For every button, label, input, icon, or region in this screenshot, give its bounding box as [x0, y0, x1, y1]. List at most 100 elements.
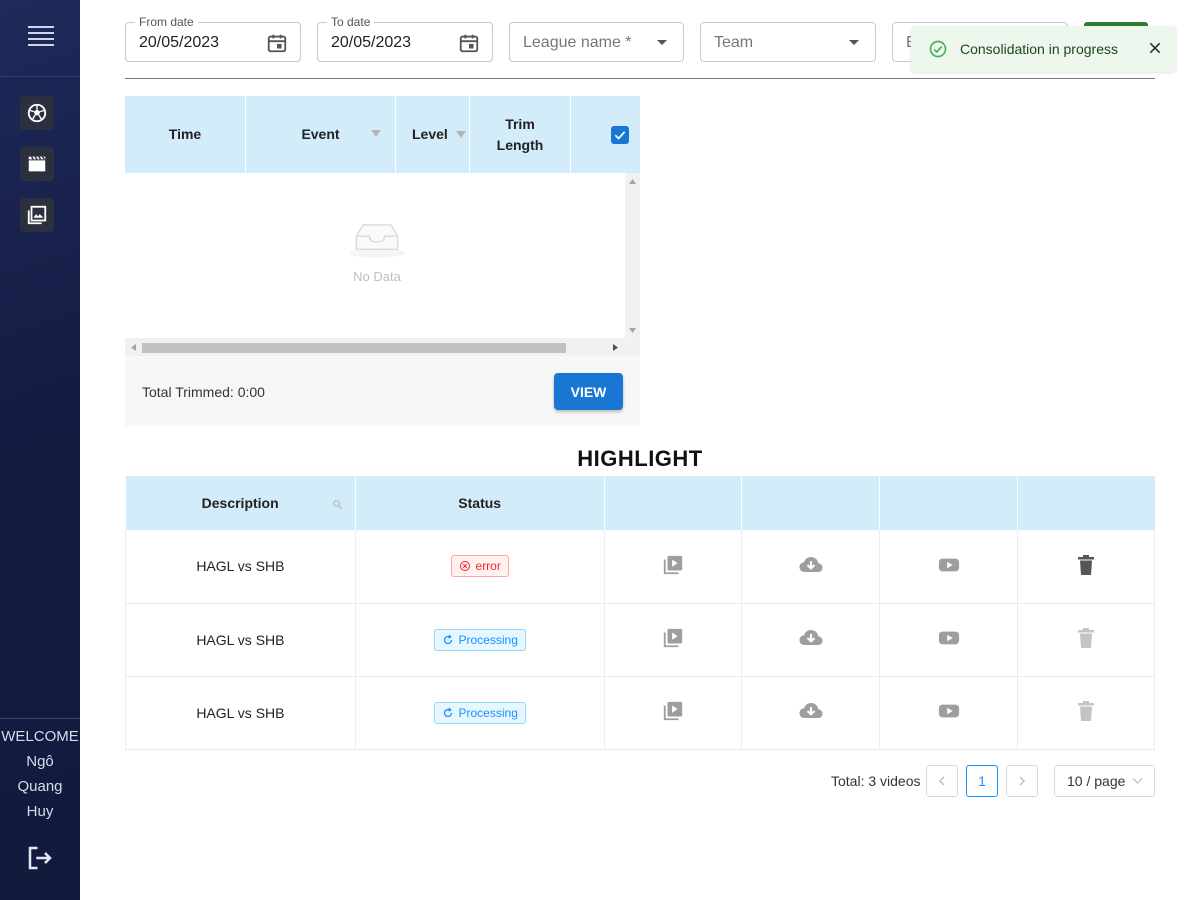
col-status: Status: [355, 476, 605, 530]
from-date-label: From date: [135, 15, 198, 29]
col-level[interactable]: Level: [396, 96, 470, 173]
row-delete: [1017, 530, 1155, 604]
col-delete: [1017, 476, 1155, 530]
chevron-down-icon: [849, 40, 859, 45]
search-icon[interactable]: [332, 497, 343, 513]
filter-icon[interactable]: [371, 130, 381, 137]
team-placeholder: Team: [714, 34, 754, 51]
check-circle-icon: [928, 39, 948, 64]
filter-divider: [125, 78, 1155, 79]
photo-library-icon[interactable]: [20, 198, 54, 232]
user-name-last: Huy: [26, 803, 54, 820]
to-date-label: To date: [327, 15, 375, 29]
col-trim-length[interactable]: Trim Length: [470, 96, 571, 173]
video-preview-icon[interactable]: [662, 700, 684, 725]
scrollbar-thumb[interactable]: [142, 343, 566, 353]
user-name-middle: Quang: [17, 778, 63, 795]
youtube-icon[interactable]: [938, 556, 960, 577]
video-preview-icon[interactable]: [662, 627, 684, 652]
page-size-value: 10 / page: [1067, 773, 1126, 789]
page-size-select[interactable]: 10 / page: [1054, 765, 1155, 797]
user-name-first: Ngô: [26, 753, 54, 770]
cloud-download-icon[interactable]: [798, 700, 824, 725]
table-row: HAGL vs SHB Processing: [125, 676, 1155, 750]
table-row: HAGL vs SHB Processing: [125, 603, 1155, 677]
col-status-label: Status: [458, 495, 502, 511]
chevron-down-icon: [1132, 778, 1143, 784]
youtube-icon[interactable]: [938, 702, 960, 723]
logout-icon[interactable]: [25, 843, 55, 873]
page-1-button[interactable]: 1: [966, 765, 998, 797]
youtube-icon[interactable]: [938, 629, 960, 650]
sync-icon: [443, 634, 452, 644]
status-badge: error: [450, 555, 509, 578]
trash-icon[interactable]: [1077, 701, 1095, 724]
select-all-checkbox[interactable]: [611, 125, 629, 144]
next-page-button[interactable]: [1006, 765, 1038, 797]
league-placeholder: League name *: [523, 34, 632, 51]
row-description: HAGL vs SHB: [125, 530, 356, 604]
trash-icon[interactable]: [1077, 554, 1095, 578]
event-table-body: No Data: [125, 173, 640, 338]
to-date-field[interactable]: To date 20/05/2023: [317, 15, 493, 62]
welcome-block: WELCOME Ngô Quang Huy: [0, 724, 80, 824]
trash-icon[interactable]: [1077, 628, 1095, 651]
vertical-scrollbar[interactable]: [625, 173, 640, 338]
col-youtube: [879, 476, 1019, 530]
team-select[interactable]: Team: [700, 22, 876, 62]
row-youtube: [879, 603, 1019, 677]
close-icon[interactable]: [1147, 40, 1163, 61]
row-status: error: [355, 530, 605, 604]
error-icon: [459, 561, 470, 572]
sidebar: WELCOME Ngô Quang Huy: [0, 0, 80, 900]
view-button[interactable]: VIEW: [554, 373, 623, 410]
row-download: [741, 603, 881, 677]
col-description-label: Description: [201, 495, 279, 511]
col-select: [571, 96, 640, 173]
col-level-label: Level: [412, 126, 448, 142]
clapperboard-icon[interactable]: [20, 147, 54, 181]
row-preview: [604, 530, 743, 604]
filter-icon[interactable]: [455, 131, 466, 138]
empty-state: No Data: [347, 218, 407, 284]
col-download: [741, 476, 881, 530]
row-preview: [604, 676, 743, 750]
prev-page-button[interactable]: [926, 765, 958, 797]
col-time-label: Time: [168, 126, 202, 142]
menu-icon[interactable]: [28, 26, 54, 46]
empty-inbox-icon: [348, 224, 406, 258]
row-description: HAGL vs SHB: [125, 603, 356, 677]
row-youtube: [879, 676, 1019, 750]
col-preview: [604, 476, 743, 530]
calendar-icon[interactable]: [458, 32, 480, 59]
status-text: error: [475, 559, 501, 574]
toast-message: Consolidation in progress: [960, 41, 1118, 57]
video-preview-icon[interactable]: [662, 554, 684, 579]
from-date-field[interactable]: From date 20/05/2023: [125, 15, 301, 62]
status-badge: Processing: [433, 628, 526, 651]
col-event[interactable]: Event: [246, 96, 396, 173]
soccer-ball-icon[interactable]: [20, 96, 54, 130]
cloud-download-icon[interactable]: [798, 554, 824, 579]
col-time[interactable]: Time: [125, 96, 246, 173]
sync-icon: [443, 707, 452, 717]
row-delete: [1017, 676, 1155, 750]
row-status: Processing: [355, 676, 605, 750]
row-status: Processing: [355, 603, 605, 677]
highlight-table-header: Description Status: [125, 476, 1155, 530]
col-description[interactable]: Description: [125, 476, 356, 530]
sidebar-divider: [0, 76, 80, 77]
league-select[interactable]: League name *: [509, 22, 684, 62]
row-youtube: [879, 530, 1019, 604]
horizontal-scrollbar[interactable]: [125, 338, 640, 356]
calendar-icon[interactable]: [266, 32, 288, 59]
row-download: [741, 530, 881, 604]
highlight-table: Description Status HAGL vs SHB error HAG…: [125, 476, 1155, 750]
table-row: HAGL vs SHB error: [125, 530, 1155, 604]
welcome-divider: [0, 718, 80, 719]
cloud-download-icon[interactable]: [798, 627, 824, 652]
welcome-label: WELCOME: [1, 728, 79, 745]
row-delete: [1017, 603, 1155, 677]
col-event-label: Event: [301, 126, 340, 142]
total-videos: Total: 3 videos: [831, 773, 921, 789]
